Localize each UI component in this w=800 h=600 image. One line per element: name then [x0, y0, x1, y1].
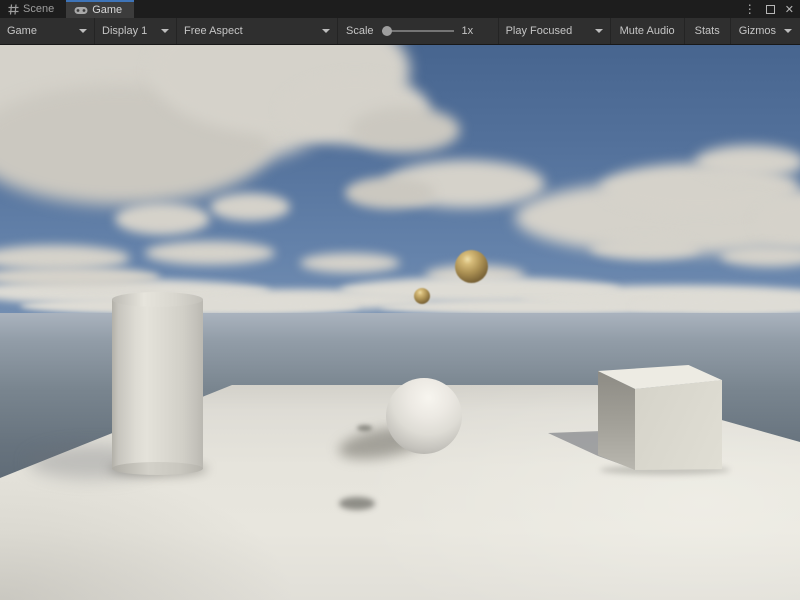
- chevron-down-icon: [79, 29, 87, 33]
- gold-sphere-large-shadow: [339, 497, 375, 510]
- cloud: [720, 245, 800, 267]
- scale-slider[interactable]: [382, 26, 454, 36]
- gold-sphere-small: [414, 288, 430, 304]
- game-view-toolbar: Game Display 1 Free Aspect Scale 1x Play…: [0, 18, 800, 45]
- chevron-down-icon: [161, 29, 169, 33]
- scale-control: Scale 1x: [338, 18, 481, 44]
- gamepad-icon: [74, 6, 88, 15]
- cloud: [300, 253, 400, 273]
- slider-track[interactable]: [382, 30, 454, 32]
- mute-audio-button[interactable]: Mute Audio: [610, 18, 684, 44]
- grid-icon: [8, 4, 19, 15]
- cylinder: [112, 299, 203, 469]
- gold-sphere-large: [455, 250, 488, 283]
- cube-front-face: [635, 380, 722, 470]
- slider-knob[interactable]: [382, 26, 392, 36]
- cloud: [590, 237, 700, 259]
- cloud: [345, 177, 435, 209]
- cloud: [115, 203, 210, 235]
- white-sphere: [386, 378, 462, 454]
- tab-game-label: Game: [92, 4, 122, 16]
- cloud: [145, 241, 275, 265]
- tab-scene[interactable]: Scene: [0, 0, 66, 18]
- tab-game[interactable]: Game: [66, 0, 134, 18]
- scale-value: 1x: [462, 25, 474, 37]
- toolbar-spacer: [481, 18, 497, 44]
- play-focused-dropdown[interactable]: Play Focused: [498, 18, 610, 44]
- display-dropdown[interactable]: Display 1: [95, 18, 177, 44]
- window-controls: ⋮ ✕: [744, 0, 794, 18]
- tab-scene-label: Scene: [23, 3, 54, 15]
- cloud: [350, 107, 460, 153]
- gold-sphere-small-shadow: [357, 425, 372, 431]
- tab-bar: Scene Game ⋮ ✕: [0, 0, 800, 18]
- chevron-down-icon: [784, 29, 792, 33]
- game-mode-dropdown[interactable]: Game: [0, 18, 95, 44]
- cloud: [210, 193, 290, 221]
- game-viewport[interactable]: [0, 45, 800, 600]
- chevron-down-icon: [322, 29, 330, 33]
- kebab-menu-icon[interactable]: ⋮: [744, 2, 756, 16]
- aspect-ratio-dropdown[interactable]: Free Aspect: [177, 18, 338, 44]
- chevron-down-icon: [595, 29, 603, 33]
- cloud: [695, 145, 800, 179]
- close-icon[interactable]: ✕: [785, 3, 794, 16]
- unity-game-window: Scene Game ⋮ ✕ Game Display 1: [0, 0, 800, 600]
- scale-label: Scale: [346, 25, 374, 37]
- maximize-icon[interactable]: [766, 5, 775, 14]
- stats-button[interactable]: Stats: [684, 18, 730, 44]
- gizmos-dropdown[interactable]: Gizmos: [730, 18, 800, 44]
